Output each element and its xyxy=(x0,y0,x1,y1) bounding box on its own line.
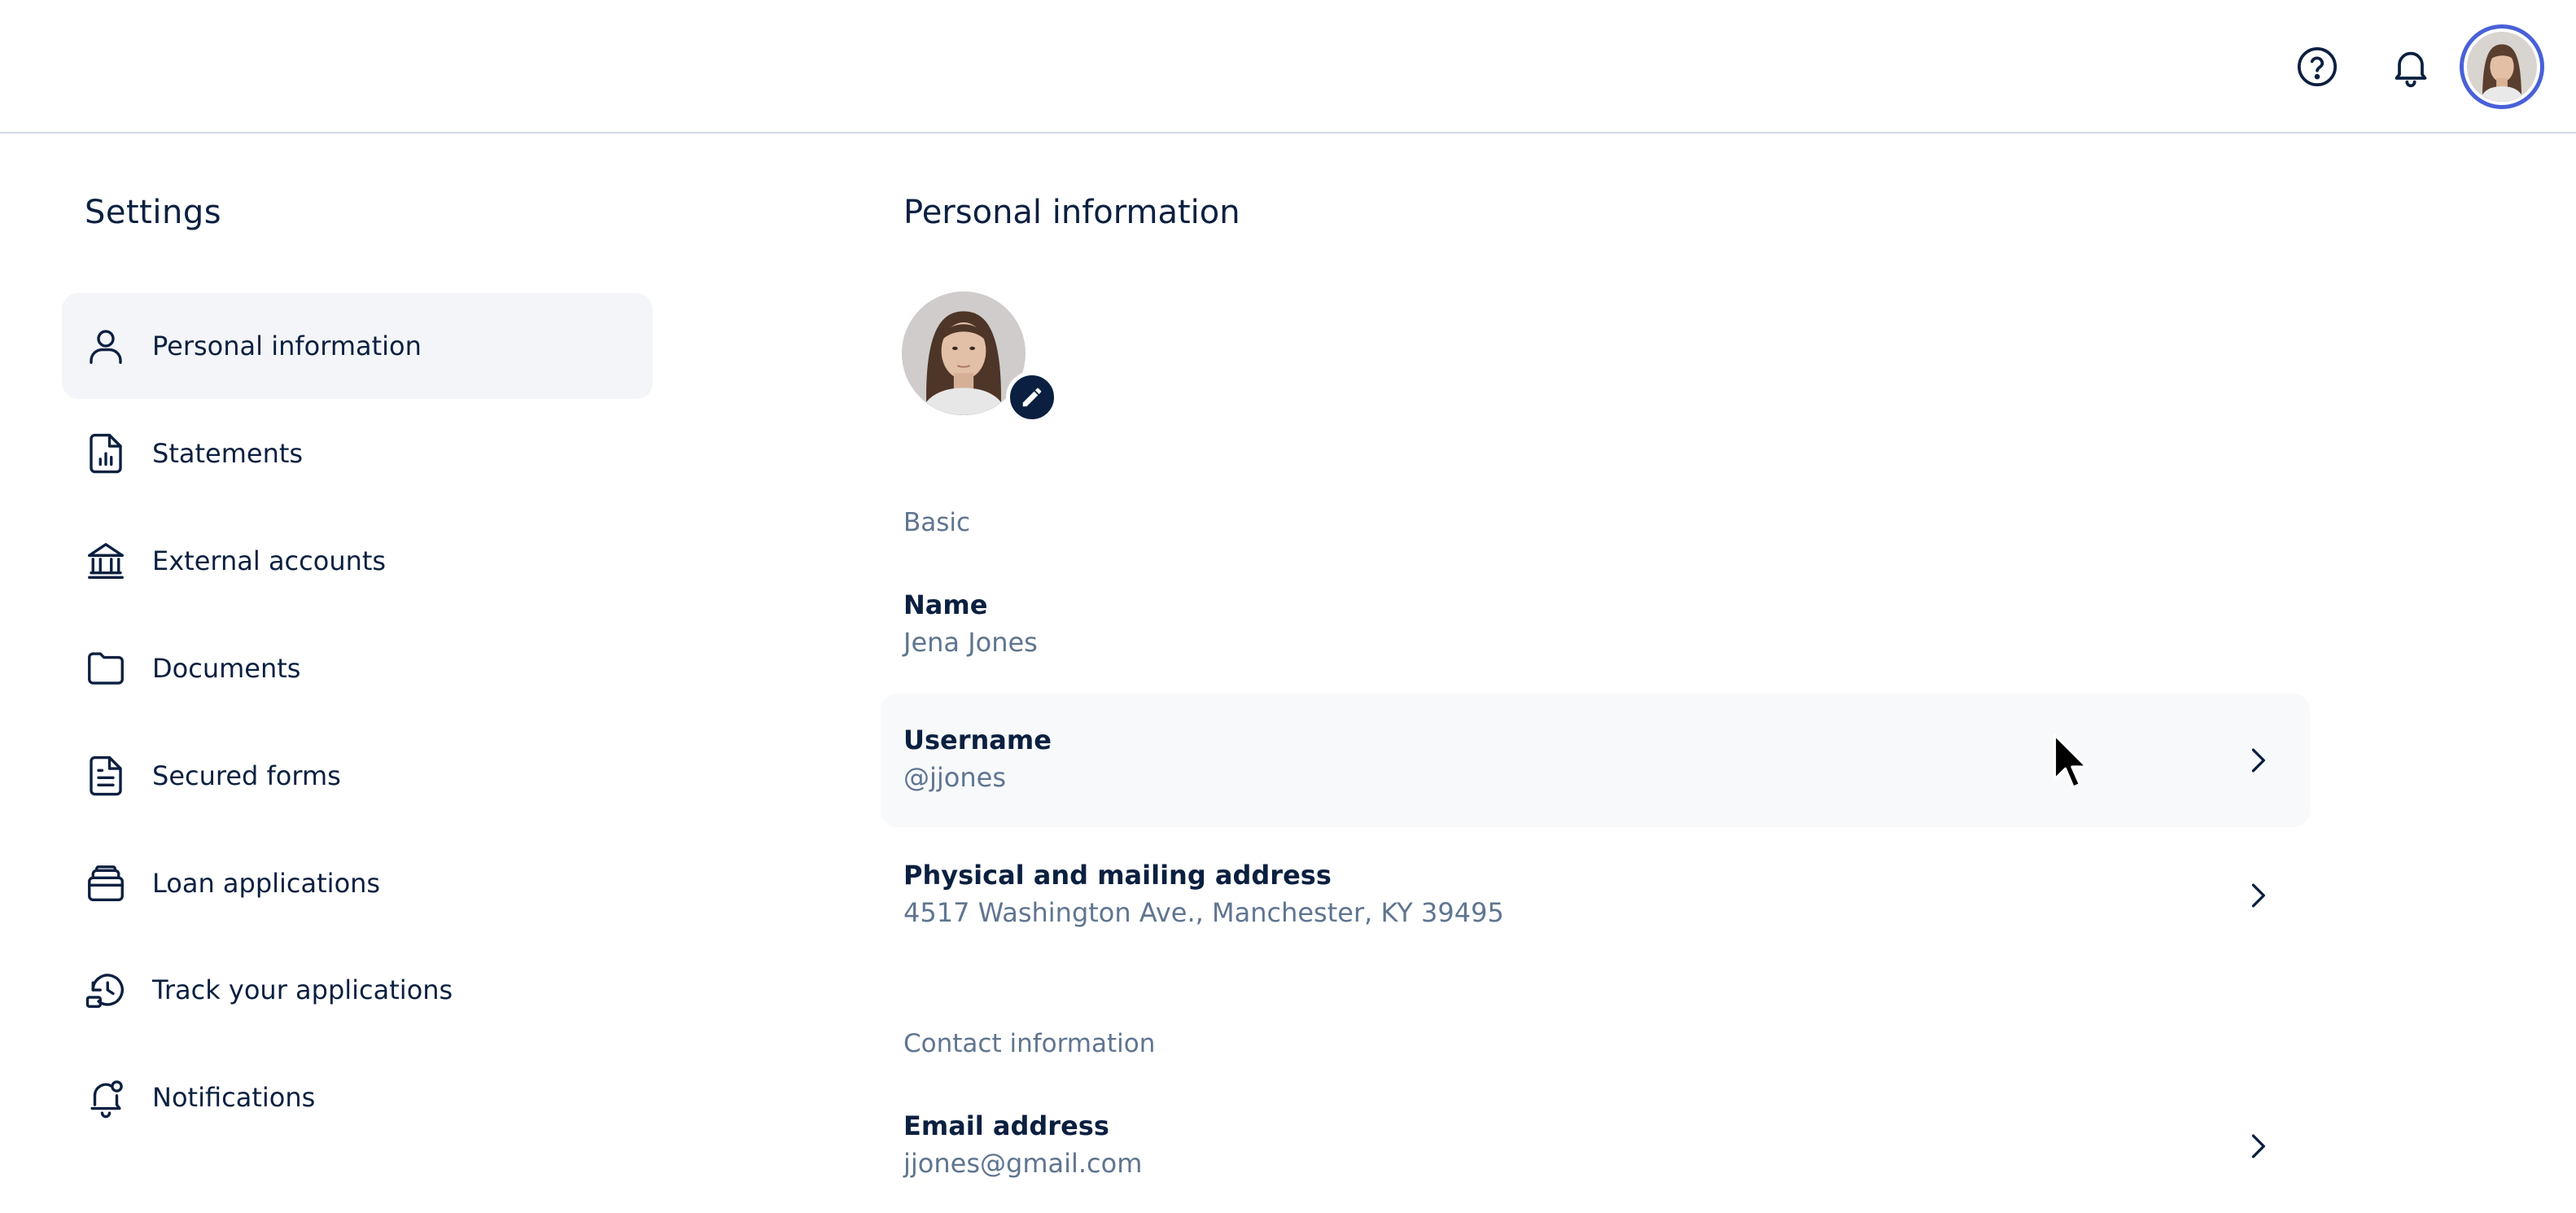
sidebar-item-external-accounts[interactable]: External accounts xyxy=(62,508,653,614)
bell-settings-icon xyxy=(84,1075,128,1119)
sidebar-item-loan-applications[interactable]: Loan applications xyxy=(62,830,653,936)
help-circle-icon xyxy=(2297,46,2338,87)
help-button[interactable] xyxy=(2281,31,2353,103)
chevron-right-icon xyxy=(2235,1123,2281,1169)
field-value: @jjones xyxy=(903,762,1006,793)
pencil-icon xyxy=(1022,388,1042,407)
field-label: Email address xyxy=(903,1110,1109,1141)
settings-sidebar: Settings Personal information Statements xyxy=(0,135,684,1197)
person-icon xyxy=(84,324,128,368)
form-document-icon xyxy=(84,754,128,798)
sidebar-item-documents[interactable]: Documents xyxy=(62,615,653,721)
chevron-right-icon xyxy=(2235,738,2281,783)
profile-photo-container xyxy=(902,291,1058,423)
edit-photo-button[interactable] xyxy=(1006,371,1058,423)
field-label: Name xyxy=(903,589,988,620)
field-value: jjones@gmail.com xyxy=(903,1148,1143,1179)
history-icon xyxy=(84,968,128,1012)
sidebar-item-label: Statements xyxy=(152,438,304,469)
chevron-right-icon xyxy=(2235,873,2281,918)
personal-information-panel: Personal information Basic Name Jena Jon… xyxy=(879,135,2576,1197)
sidebar-item-label: External accounts xyxy=(152,545,387,576)
user-avatar-button[interactable] xyxy=(2460,24,2544,109)
folder-icon xyxy=(84,646,128,690)
sidebar-title: Settings xyxy=(85,194,222,231)
sidebar-item-label: Loan applications xyxy=(152,868,381,899)
top-bar xyxy=(0,0,2576,134)
section-heading-contact: Contact information xyxy=(903,1029,1156,1058)
sidebar-item-label: Documents xyxy=(152,653,301,684)
field-value: 4517 Washington Ave., Manchester, KY 394… xyxy=(903,897,1504,928)
avatar-image xyxy=(2467,32,2537,102)
field-row-address[interactable]: Physical and mailing address 4517 Washin… xyxy=(881,829,2310,962)
sidebar-item-label: Track your applications xyxy=(152,974,453,1005)
stack-icon xyxy=(84,861,128,905)
field-label: Username xyxy=(903,725,1052,755)
sidebar-item-label: Secured forms xyxy=(152,760,341,791)
sidebar-item-track-your-applications[interactable]: Track your applications xyxy=(62,937,653,1043)
field-value: Jena Jones xyxy=(903,627,1038,658)
field-row-name: Name Jena Jones xyxy=(881,558,2310,692)
bank-icon xyxy=(84,539,128,583)
sidebar-item-personal-information[interactable]: Personal information xyxy=(62,293,653,399)
sidebar-item-label: Notifications xyxy=(152,1082,316,1113)
section-heading-basic: Basic xyxy=(903,508,971,537)
chart-document-icon xyxy=(84,431,128,475)
bell-icon xyxy=(2394,51,2427,88)
field-row-email[interactable]: Email address jjones@gmail.com xyxy=(881,1079,2310,1213)
sidebar-item-statements[interactable]: Statements xyxy=(62,401,653,506)
sidebar-item-secured-forms[interactable]: Secured forms xyxy=(62,723,653,829)
sidebar-item-notifications[interactable]: Notifications xyxy=(62,1044,653,1150)
notifications-button[interactable] xyxy=(2375,31,2447,103)
field-row-username[interactable]: Username @jjones xyxy=(881,694,2310,827)
field-label: Physical and mailing address xyxy=(903,860,1332,891)
sidebar-item-label: Personal information xyxy=(152,331,422,361)
page-title: Personal information xyxy=(903,194,1240,231)
